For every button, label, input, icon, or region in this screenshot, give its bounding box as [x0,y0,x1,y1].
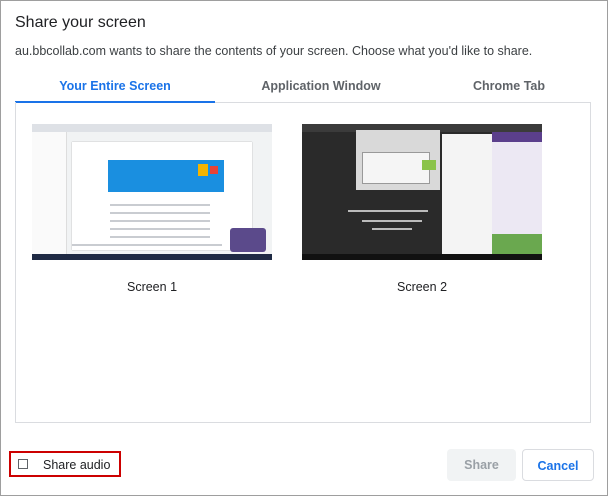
screen-2-label: Screen 2 [396,280,448,294]
screen-option-1[interactable]: Screen 1 [32,124,272,294]
dialog-title: Share your screen [15,14,146,31]
screen-option-2[interactable]: Screen 2 [302,124,542,294]
tab-bar: Your Entire Screen Application Window Ch… [15,72,591,103]
dialog-description: au.bbcollab.com wants to share the conte… [15,44,533,58]
screen-1-label: Screen 1 [126,280,178,294]
cancel-button[interactable]: Cancel [522,449,594,481]
share-audio-checkbox[interactable] [18,459,28,469]
screen-2-thumbnail [302,124,542,260]
share-audio-label[interactable]: Share audio [43,458,110,472]
share-button[interactable]: Share [447,449,516,481]
tab-entire-screen[interactable]: Your Entire Screen [15,72,215,102]
tab-application-window[interactable]: Application Window [215,72,427,102]
screen-1-thumbnail [32,124,272,260]
tab-chrome-tab[interactable]: Chrome Tab [427,72,591,102]
screen-list-panel: Screen 1 Screen 2 [15,102,591,423]
